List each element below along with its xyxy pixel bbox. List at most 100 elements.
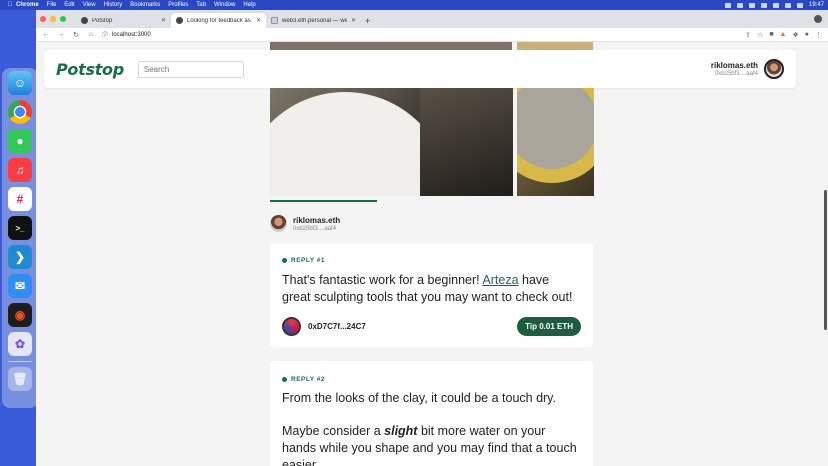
close-tab-icon[interactable]: ✕ — [161, 17, 166, 24]
profile-icon[interactable]: ● — [805, 31, 809, 38]
close-window-button[interactable] — [40, 16, 46, 22]
figma-icon[interactable]: ◉ — [8, 303, 32, 327]
info-icon[interactable]: ⓘ — [102, 30, 108, 39]
tab-title: Looking for feedback as a beg... — [187, 17, 252, 24]
macos-menubar:  Chrome File Edit View History Bookmark… — [0, 0, 828, 10]
photo-gallery-top — [270, 42, 593, 50]
post-photo-main[interactable] — [270, 88, 513, 196]
tab-web3-docs[interactable]: web3.eth.personal — web3.js... ✕ — [266, 13, 361, 28]
vscode-icon[interactable]: ❯ — [8, 245, 32, 269]
reply-emphasis: slight — [384, 424, 418, 438]
menu-profiles[interactable]: Profiles — [168, 2, 188, 8]
photo-background — [420, 88, 513, 196]
metamask-icon[interactable]: ▲ — [780, 31, 787, 38]
menu-history[interactable]: History — [104, 2, 123, 8]
home-icon[interactable]: ⌂ — [87, 31, 95, 38]
reply-number: REPLY #1 — [291, 257, 325, 264]
tab-feedback[interactable]: Looking for feedback as a beg... ✕ — [171, 13, 266, 28]
terminal-icon[interactable]: >_ — [8, 216, 32, 240]
reply-footer: 0xD7C7f...24C7 Tip 0.01 ETH — [282, 317, 581, 336]
reply-label: REPLY #1 — [282, 257, 581, 264]
menu-kebab-icon[interactable]: ⋮ — [815, 31, 822, 39]
site-header: Potstop riklomas.eth 0xb25bf3....aaf4 — [44, 50, 796, 88]
browser-window: Potstop ✕ Looking for feedback as a beg.… — [36, 10, 828, 466]
mail-icon[interactable]: ✉ — [8, 274, 32, 298]
reply-dot-icon — [282, 258, 287, 263]
menu-app-name[interactable]: Chrome — [16, 2, 39, 8]
post-photo-next[interactable] — [517, 88, 594, 196]
page-scrollbar[interactable] — [823, 42, 828, 466]
dock-separator — [8, 361, 32, 362]
author-name: riklomas.eth — [293, 215, 341, 225]
tab-favicon — [81, 17, 88, 24]
menu-edit[interactable]: Edit — [64, 2, 74, 8]
gallery-progress-bar — [270, 200, 377, 202]
status-icon[interactable] — [748, 2, 755, 8]
author-address: 0xb25bf3....aaf4 — [293, 225, 337, 232]
wifi-icon[interactable] — [760, 2, 767, 8]
status-icon[interactable] — [724, 2, 731, 8]
address-bar[interactable]: ⓘ localhost:3000 — [102, 30, 738, 40]
menu-view[interactable]: View — [83, 2, 96, 8]
close-tab-icon[interactable]: ✕ — [256, 17, 261, 24]
site-logo[interactable]: Potstop — [56, 60, 124, 79]
zoom-window-button[interactable] — [60, 16, 66, 22]
page-viewport: Potstop riklomas.eth 0xb25bf3....aaf4 ri… — [36, 42, 828, 466]
minimize-window-button[interactable] — [50, 16, 56, 22]
user-avatar[interactable] — [764, 59, 784, 79]
tab-favicon — [176, 17, 183, 24]
search-icon[interactable] — [784, 2, 791, 8]
menu-file[interactable]: File — [47, 2, 57, 8]
slack-icon[interactable]: # — [8, 187, 32, 211]
user-info[interactable]: riklomas.eth 0xb25bf3....aaf4 — [711, 61, 758, 77]
tab-favicon — [271, 17, 278, 24]
back-icon[interactable]: ← — [42, 31, 50, 38]
menu-help[interactable]: Help — [243, 2, 255, 8]
reply-paragraph: From the looks of the clay, it could be … — [282, 391, 556, 405]
toolbar-actions: ⇧ ☆ ■ ▲ ❖ ● ⋮ — [745, 31, 822, 39]
close-tab-icon[interactable]: ✕ — [351, 17, 356, 24]
reply-dot-icon — [282, 377, 287, 382]
apple-icon[interactable]:  — [4, 2, 16, 8]
battery-icon[interactable] — [772, 2, 779, 8]
new-tab-button[interactable]: + — [365, 13, 370, 28]
share-icon[interactable]: ⇧ — [745, 31, 751, 39]
trash-icon[interactable]: 🗑 — [8, 367, 32, 391]
finder-icon[interactable]: ☺ — [8, 71, 32, 95]
search-input[interactable] — [137, 60, 244, 78]
reply-link-arteza[interactable]: Arteza — [482, 273, 518, 287]
extension-icon[interactable]: ■ — [769, 31, 773, 38]
macos-dock: ☺ ● ♫ # >_ ❯ ✉ ◉ ✿ 🗑 — [2, 68, 38, 408]
tab-title: web3.eth.personal — web3.js... — [282, 17, 347, 24]
reload-icon[interactable]: ↻ — [72, 31, 80, 39]
control-center-icon[interactable] — [796, 2, 803, 8]
music-icon[interactable]: ♫ — [8, 158, 32, 182]
menu-tab[interactable]: Tab — [196, 2, 206, 8]
messages-icon[interactable]: ● — [8, 129, 32, 153]
reply-paragraph: Maybe consider a slight bit more water o… — [282, 423, 581, 466]
clay-bowl-image — [517, 88, 594, 183]
tip-button[interactable]: Tip 0.01 ETH — [517, 317, 581, 336]
browser-toolbar: ← → ↻ ⌂ ⓘ localhost:3000 ⇧ ☆ ■ ▲ ❖ ● ⋮ — [36, 28, 828, 42]
forward-icon[interactable]: → — [57, 31, 65, 38]
menubar-clock[interactable]: 19:47 — [809, 2, 824, 8]
menu-window[interactable]: Window — [214, 2, 235, 8]
tab-bar: Potstop ✕ Looking for feedback as a beg.… — [36, 10, 828, 28]
window-controls — [40, 10, 66, 28]
scrollbar-thumb[interactable] — [824, 190, 827, 330]
menu-bookmarks[interactable]: Bookmarks — [130, 2, 160, 8]
chrome-icon[interactable] — [8, 100, 32, 124]
reply-text: Maybe consider a — [282, 424, 385, 438]
user-wallet-address: 0xb25bf3....aaf4 — [714, 71, 758, 77]
bookmark-star-icon[interactable]: ☆ — [757, 31, 763, 39]
tab-potstop[interactable]: Potstop ✕ — [76, 13, 171, 28]
replier-avatar[interactable] — [282, 317, 301, 336]
author-avatar[interactable] — [270, 215, 287, 232]
reply-number: REPLY #2 — [291, 376, 325, 383]
status-icon[interactable] — [736, 2, 743, 8]
photos-icon[interactable]: ✿ — [8, 332, 32, 356]
extensions-puzzle-icon[interactable]: ❖ — [792, 31, 798, 39]
tab-search-icon[interactable] — [814, 15, 822, 23]
post-author[interactable]: riklomas.eth 0xb25bf3....aaf4 — [270, 215, 340, 232]
replier-address[interactable]: 0xD7C7f...24C7 — [308, 322, 366, 331]
